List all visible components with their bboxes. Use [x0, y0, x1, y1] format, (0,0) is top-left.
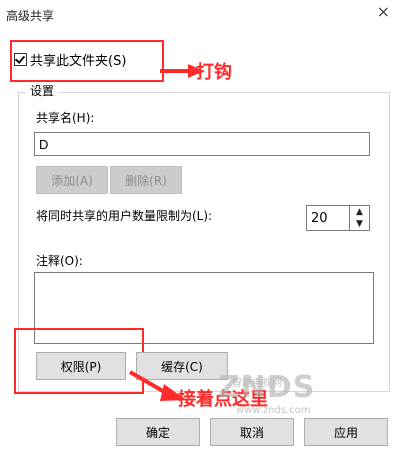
ok-button[interactable]: 确定 — [116, 418, 200, 446]
watermark-url: www.znds.com — [236, 405, 311, 416]
close-icon[interactable]: × — [377, 4, 390, 20]
user-limit-input[interactable]: 20 — [306, 205, 350, 231]
comment-label: 注释(O): — [36, 254, 83, 268]
share-folder-checkbox-label: 共享此文件夹(S) — [30, 54, 127, 69]
user-limit-label: 将同时共享的用户数量限制为(L): — [36, 209, 213, 223]
chevron-down-icon[interactable]: ▼ — [350, 218, 369, 230]
window-title: 高级共享 — [6, 9, 55, 23]
add-button[interactable]: 添加(A) — [36, 166, 108, 194]
permissions-button[interactable]: 权限(P) — [36, 352, 126, 380]
watermark-brand: ZNDS — [218, 370, 316, 405]
share-name-label: 共享名(H): — [36, 111, 95, 125]
share-folder-checkbox[interactable] — [14, 53, 27, 66]
chevron-up-icon[interactable]: ▲ — [350, 206, 369, 218]
annotation-text-check: 打钩 — [196, 62, 232, 83]
cancel-button[interactable]: 取消 — [210, 418, 294, 446]
apply-button[interactable]: 应用 — [304, 418, 388, 446]
settings-group-label: 设置 — [26, 82, 59, 99]
remove-button[interactable]: 删除(R) — [110, 166, 182, 194]
share-name-input[interactable] — [34, 132, 370, 156]
share-folder-checkbox-row[interactable]: 共享此文件夹(S) — [14, 50, 126, 69]
user-limit-spinner[interactable]: ▲ ▼ — [350, 205, 370, 231]
